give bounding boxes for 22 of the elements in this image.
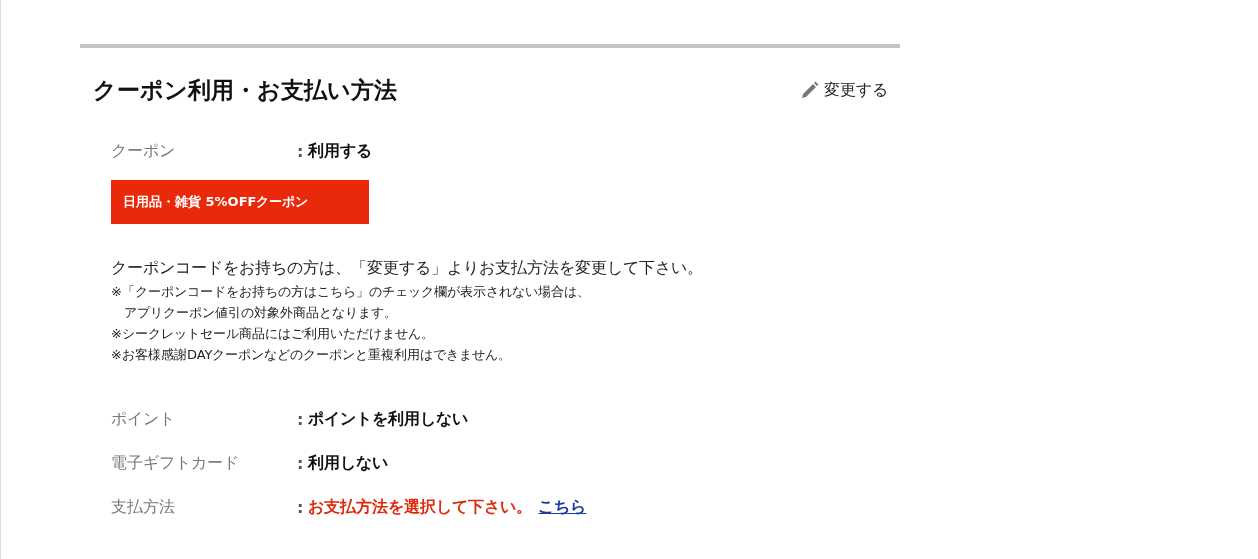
pencil-icon [801, 81, 819, 99]
separator: : [297, 409, 304, 429]
separator: : [297, 497, 304, 517]
separator: : [297, 141, 304, 161]
coupon-badge: 日用品・雑貨 5%OFFクーポン [111, 180, 369, 224]
field-label: 電子ギフトカード [111, 452, 240, 474]
field-value: 利用する [308, 140, 373, 162]
separator: : [297, 453, 304, 473]
coupon-note: クーポンコードをお持ちの方は、「変更する」よりお支払方法を変更して下さい。 [111, 258, 704, 279]
note-text: アプリクーポン値引の対象外商品となります。 [123, 304, 398, 322]
section-title: クーポン利用・お支払い方法 [93, 75, 397, 105]
field-label: クーポン [111, 140, 176, 162]
note-text: ※「クーポンコードをお持ちの方はこちら」のチェック欄が表示されない場合は、 [111, 283, 591, 301]
field-label: ポイント [111, 408, 176, 430]
field-value: 利用しない [308, 452, 389, 474]
field-value: ポイントを利用しない [308, 408, 469, 430]
edit-link[interactable]: 変更する [801, 79, 888, 101]
select-link[interactable]: こちら [538, 496, 587, 518]
field-label: 支払方法 [111, 496, 176, 518]
warning-text: お支払方法を選択して下さい。 [308, 496, 533, 518]
note-text: ※シークレットセール商品にはご利用いただけません。 [111, 325, 435, 343]
note-text: ※お客様感謝DAYクーポンなどのクーポンと重複利用はできません。 [111, 346, 513, 364]
